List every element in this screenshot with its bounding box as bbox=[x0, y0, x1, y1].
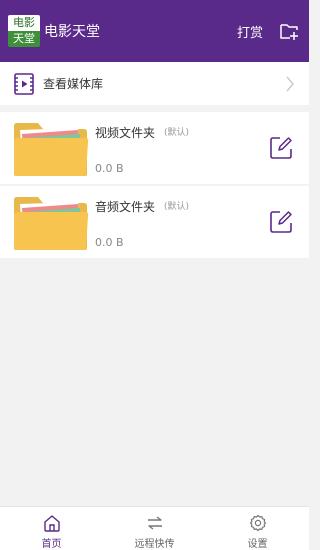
media-library-row[interactable]: 查看媒体库 bbox=[0, 62, 309, 105]
logo-top-text: 电影 bbox=[8, 15, 40, 31]
folder-default-tag: (默认) bbox=[164, 128, 190, 138]
app-logo: 电影 天堂 bbox=[8, 15, 40, 47]
folder-icon bbox=[14, 123, 89, 176]
edit-icon[interactable] bbox=[269, 210, 293, 234]
media-library-icon bbox=[14, 72, 34, 95]
folder-size: 0.0 B bbox=[95, 162, 124, 175]
media-library-label: 查看媒体库 bbox=[43, 77, 104, 91]
app-header: 电影 天堂 电影天堂 打赏 bbox=[0, 0, 309, 62]
logo-bottom-text: 天堂 bbox=[8, 31, 40, 47]
nav-item-settings[interactable]: 设置 bbox=[206, 507, 309, 550]
folder-default-tag: (默认) bbox=[164, 202, 190, 212]
settings-icon bbox=[249, 514, 266, 532]
nav-label-settings: 设置 bbox=[247, 539, 268, 550]
folder-size: 0.0 B bbox=[95, 236, 124, 249]
app-title: 电影天堂 bbox=[44, 24, 100, 40]
header-actions: 打赏 bbox=[237, 21, 309, 41]
folder-icon bbox=[14, 197, 89, 250]
tip-button[interactable]: 打赏 bbox=[237, 22, 263, 41]
nav-item-home[interactable]: 首页 bbox=[0, 507, 103, 550]
nav-item-transfer[interactable]: 远程快传 bbox=[103, 507, 206, 550]
nav-label-transfer: 远程快传 bbox=[134, 539, 175, 550]
folder-row-audio[interactable]: 音频文件夹 (默认) 0.0 B bbox=[0, 186, 309, 258]
bottom-nav: 首页 远程快传 设置 bbox=[0, 506, 309, 550]
folder-name: 音频文件夹 bbox=[95, 200, 156, 214]
add-folder-icon[interactable] bbox=[279, 21, 299, 41]
folder-row-video[interactable]: 视频文件夹 (默认) 0.0 B bbox=[0, 112, 309, 184]
nav-label-home: 首页 bbox=[41, 539, 62, 550]
edit-icon[interactable] bbox=[269, 136, 293, 160]
home-icon bbox=[43, 515, 60, 532]
transfer-icon bbox=[147, 516, 162, 530]
folder-name: 视频文件夹 bbox=[95, 126, 156, 140]
chevron-right-icon bbox=[286, 76, 294, 92]
